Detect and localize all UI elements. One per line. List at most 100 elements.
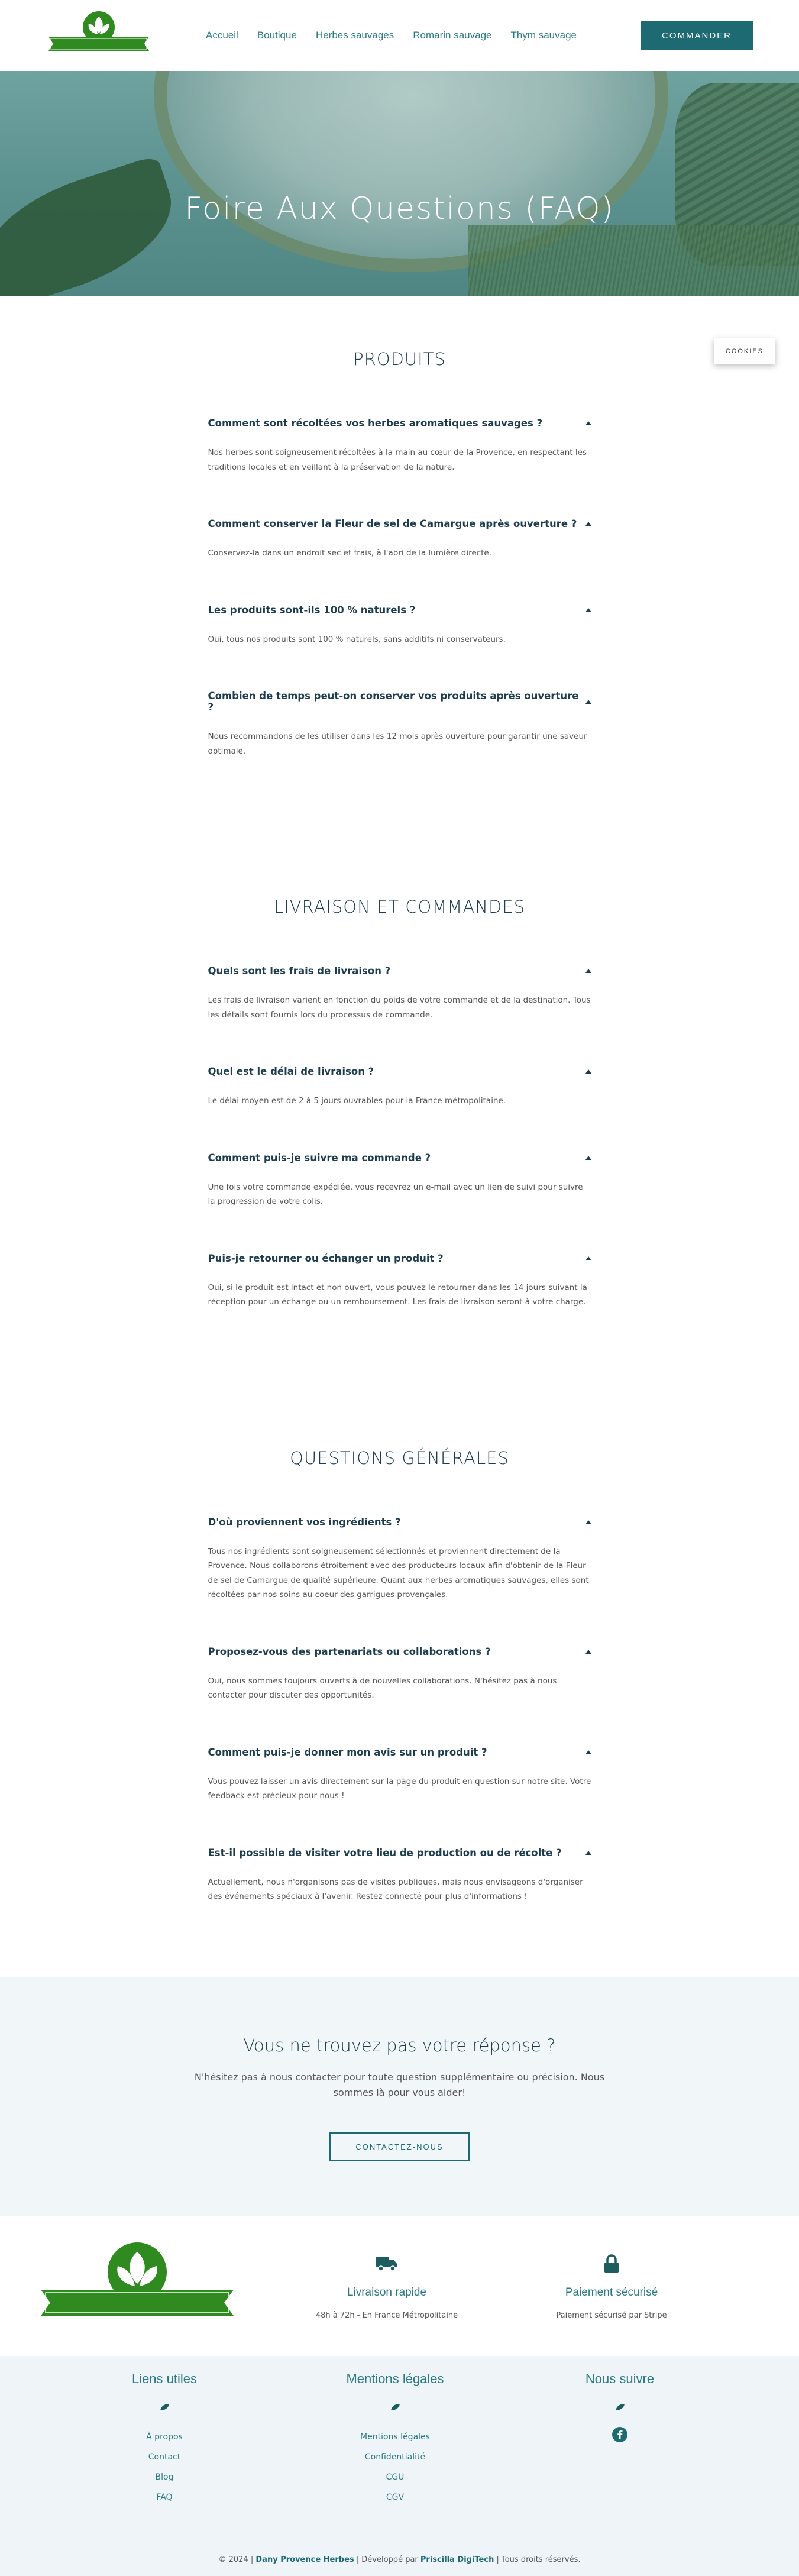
faq-item: Proposez-vous des partenariats ou collab…	[208, 1646, 591, 1703]
nav-herbes-sauvages[interactable]: Herbes sauvages	[316, 30, 394, 41]
faq-answer: Conservez-la dans un endroit sec et frai…	[208, 548, 492, 558]
faq-question-toggle[interactable]: Combien de temps peut-on conserver vos p…	[208, 690, 591, 713]
chevron-up-icon	[585, 1850, 591, 1855]
footer-link[interactable]: Blog	[46, 2467, 283, 2487]
contact-text: N'hésitez pas à nous contacter pour tout…	[194, 2071, 605, 2098]
leaf-divider-icon	[507, 2403, 732, 2412]
chevron-up-icon	[585, 1750, 591, 1754]
faq-answer: Le délai moyen est de 2 à 5 jours ouvrab…	[208, 1096, 506, 1106]
faq-answer: Oui, nous sommes toujours ouverts à de n…	[208, 1676, 557, 1701]
cookies-button[interactable]: COOKIES	[713, 338, 775, 364]
footer-column: Liens utiles À propos Contact Blog FAQ	[46, 2371, 283, 2507]
footer-column-title: Nous suivre	[585, 2371, 655, 2386]
faq-question-toggle[interactable]: Puis-je retourner ou échanger un produit…	[208, 1253, 591, 1264]
leaf-divider-icon	[46, 2403, 283, 2412]
faq-question-toggle[interactable]: Quels sont les frais de livraison ?	[208, 965, 591, 977]
site-logo[interactable]	[46, 9, 151, 62]
footer-link[interactable]: Contact	[46, 2447, 283, 2467]
chevron-up-icon	[585, 1069, 591, 1074]
faq-question: Comment conserver la Fleur de sel de Cam…	[208, 518, 577, 529]
feature-payment: Paiement sécurisé Paiement sécurisé par …	[499, 2252, 724, 2320]
chevron-up-icon	[585, 1256, 591, 1260]
facebook-icon[interactable]	[507, 2426, 732, 2445]
faq-section: QUESTIONS GÉNÉRALES D'où proviennent vos …	[208, 1383, 591, 1977]
copyright-dev-link[interactable]: Priscilla DigiTech	[420, 2555, 494, 2564]
faq-item: Puis-je retourner ou échanger un produit…	[208, 1253, 591, 1310]
faq-item: Comment puis-je donner mon avis sur un p…	[208, 1747, 591, 1803]
feature-title: Livraison rapide	[347, 2286, 427, 2299]
contact-section: Vous ne trouvez pas votre réponse ? N'hé…	[0, 1977, 799, 2216]
faq-question-toggle[interactable]: Est-il possible de visiter votre lieu de…	[208, 1847, 591, 1859]
faq-section: PRODUITS Comment sont récoltées vos herbe…	[208, 296, 591, 832]
faq-answer: Oui, si le produit est intact et non ouv…	[208, 1282, 587, 1307]
faq-content: PRODUITS Comment sont récoltées vos herbe…	[0, 296, 799, 1977]
chevron-up-icon	[585, 699, 591, 704]
faq-item: Comment puis-je suivre ma commande ? Une …	[208, 1152, 591, 1209]
faq-answer: Oui, tous nos produits sont 100 % nature…	[208, 634, 506, 644]
feature-text: Paiement sécurisé par Stripe	[556, 2311, 667, 2320]
nav-accueil[interactable]: Accueil	[206, 30, 238, 41]
faq-question-toggle[interactable]: Quel est le délai de livraison ?	[208, 1066, 591, 1077]
copyright-brand-link[interactable]: Dany Provence Herbes	[255, 2555, 354, 2564]
faq-answer: Nous recommandons de les utiliser dans l…	[208, 732, 587, 756]
footer-link[interactable]: Confidentialité	[283, 2447, 507, 2467]
faq-question: Comment sont récoltées vos herbes aromat…	[208, 418, 543, 429]
chevron-up-icon	[585, 1155, 591, 1160]
chevron-up-icon	[585, 522, 591, 526]
faq-item: Quel est le délai de livraison ? Le délai…	[208, 1066, 591, 1108]
page-title: Foire Aux Questions (FAQ)	[185, 191, 614, 227]
faq-question: Puis-je retourner ou échanger un produit…	[208, 1252, 444, 1264]
site-footer: Liens utiles À propos Contact Blog FAQ Mentio…	[0, 2355, 799, 2576]
faq-section-title: QUESTIONS GÉNÉRALES	[290, 1447, 509, 1468]
faq-section-title: PRODUITS	[353, 349, 446, 369]
faq-question: Combien de temps peut-on conserver vos p…	[208, 690, 579, 713]
order-button[interactable]: COMMANDER	[641, 21, 753, 50]
chevron-up-icon	[585, 969, 591, 973]
chevron-up-icon	[585, 421, 591, 425]
faq-item: Est-il possible de visiter votre lieu de…	[208, 1847, 591, 1904]
main-nav: Accueil Boutique Herbes sauvages Romarin…	[206, 30, 577, 41]
faq-question-toggle[interactable]: D'où proviennent vos ingrédients ?	[208, 1517, 591, 1528]
feature-title: Paiement sécurisé	[565, 2286, 658, 2299]
faq-question-toggle[interactable]: Proposez-vous des partenariats ou collab…	[208, 1646, 591, 1657]
site-header: Accueil Boutique Herbes sauvages Romarin…	[0, 0, 799, 71]
faq-question-toggle[interactable]: Les produits sont-ils 100 % naturels ?	[208, 605, 591, 616]
footer-logo[interactable]	[0, 2239, 274, 2333]
contact-title: Vous ne trouvez pas votre réponse ?	[243, 2035, 556, 2055]
footer-logo-image	[41, 2242, 234, 2316]
logo-image	[48, 11, 149, 51]
nav-romarin-sauvage[interactable]: Romarin sauvage	[413, 30, 491, 41]
contact-button[interactable]: CONTACTEZ-NOUS	[329, 2132, 470, 2161]
nav-thym-sauvage[interactable]: Thym sauvage	[511, 30, 577, 41]
faq-question-toggle[interactable]: Comment puis-je donner mon avis sur un p…	[208, 1747, 591, 1758]
footer-column: Mentions légales Mentions légales Confiden…	[283, 2371, 507, 2507]
faq-question: Quels sont les frais de livraison ?	[208, 965, 391, 977]
faq-item: D'où proviennent vos ingrédients ? Tous n…	[208, 1517, 591, 1602]
footer-link[interactable]: FAQ	[46, 2487, 283, 2507]
faq-question: Est-il possible de visiter votre lieu de…	[208, 1847, 562, 1859]
footer-link[interactable]: À propos	[46, 2427, 283, 2447]
nav-boutique[interactable]: Boutique	[257, 30, 297, 41]
faq-question: D'où proviennent vos ingrédients ?	[208, 1516, 401, 1528]
chevron-up-icon	[585, 1520, 591, 1524]
faq-question: Comment puis-je suivre ma commande ?	[208, 1152, 431, 1163]
hero-herbs-image	[468, 225, 799, 296]
faq-question: Les produits sont-ils 100 % naturels ?	[208, 604, 416, 616]
hero-banner: Foire Aux Questions (FAQ)	[0, 71, 799, 296]
faq-answer: Nos herbes sont soigneusement récoltées …	[208, 448, 587, 472]
copyright-prefix: © 2024 |	[218, 2555, 254, 2564]
footer-link[interactable]: CGV	[283, 2487, 507, 2507]
footer-link[interactable]: Mentions légales	[283, 2427, 507, 2447]
faq-question-toggle[interactable]: Comment conserver la Fleur de sel de Cam…	[208, 518, 591, 529]
faq-section-title: LIVRAISON ET COMMANDES	[273, 897, 526, 917]
faq-question-toggle[interactable]: Comment puis-je suivre ma commande ?	[208, 1152, 591, 1163]
faq-section: LIVRAISON ET COMMANDES Quels sont les fra…	[208, 832, 591, 1383]
chevron-up-icon	[585, 1649, 591, 1654]
faq-item: Comment conserver la Fleur de sel de Cam…	[208, 518, 591, 561]
feature-text: 48h à 72h - En France Métropolitaine	[315, 2311, 458, 2320]
faq-answer: Tous nos ingrédients sont soigneusement …	[208, 1546, 589, 1600]
footer-link[interactable]: CGU	[283, 2467, 507, 2487]
faq-question-toggle[interactable]: Comment sont récoltées vos herbes aromat…	[208, 418, 591, 429]
features-band: Livraison rapide 48h à 72h - En France M…	[0, 2216, 799, 2356]
truck-icon	[274, 2252, 499, 2276]
